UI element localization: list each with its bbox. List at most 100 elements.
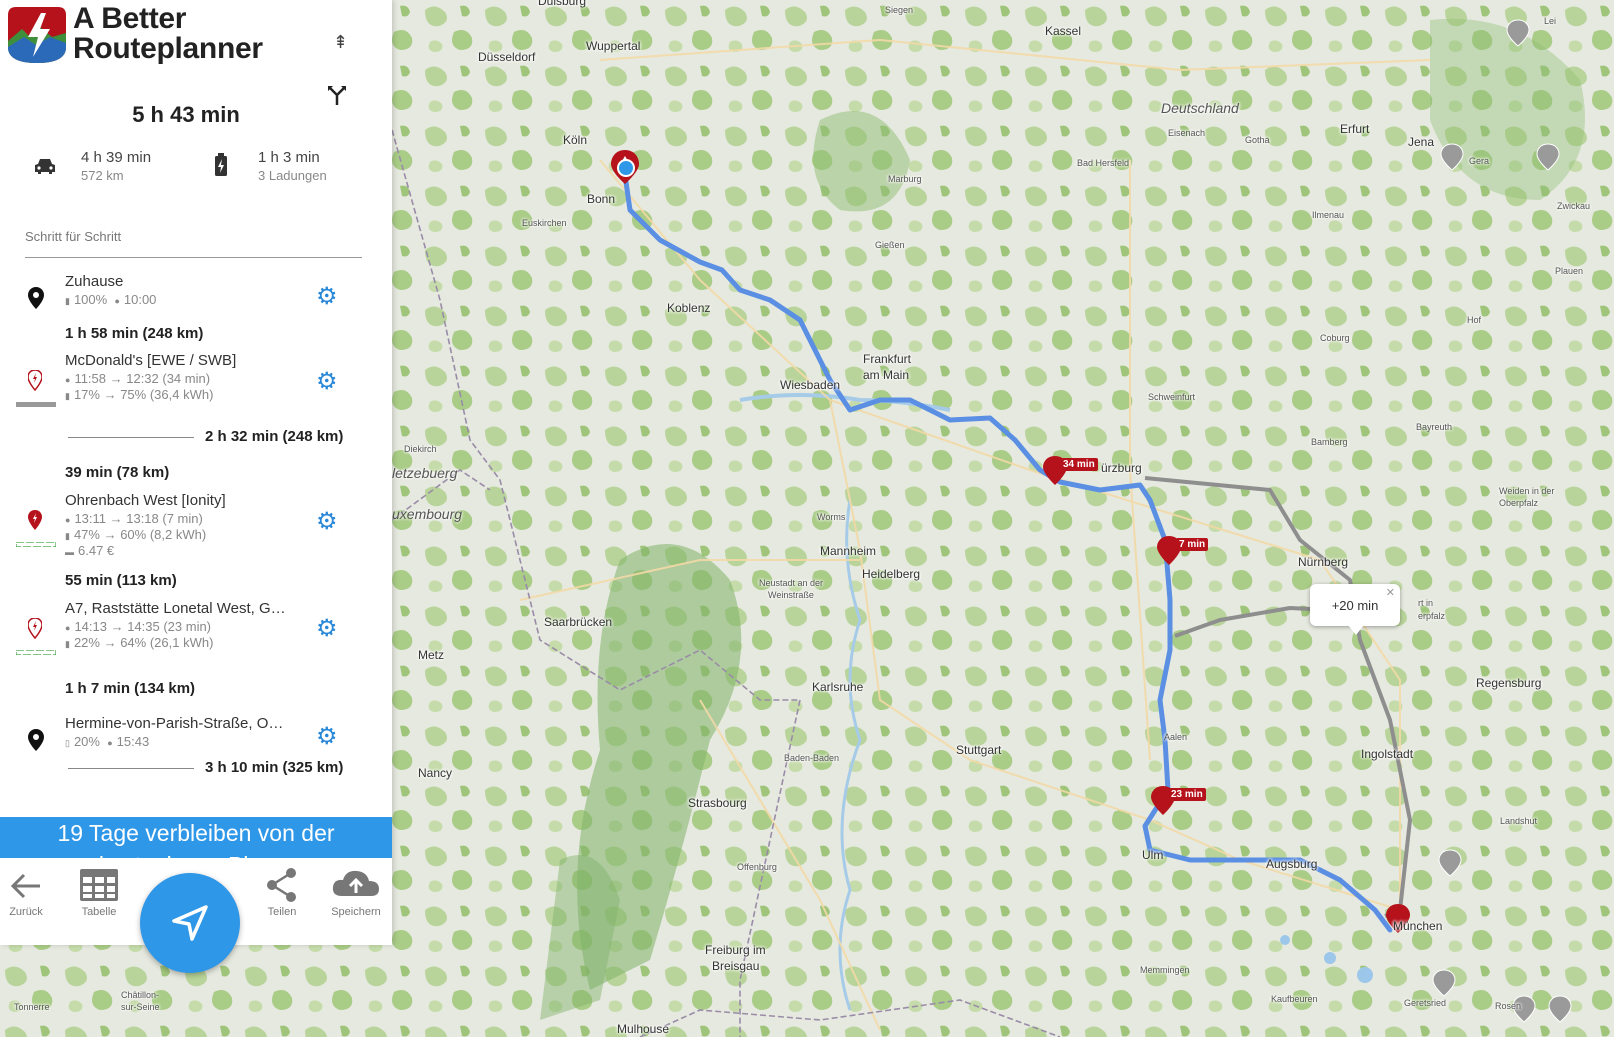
map-label-ulm: Ulm xyxy=(1142,848,1164,862)
map-label-weiden-2: Oberpfalz xyxy=(1499,498,1539,508)
waypoint-name[interactable]: Zuhause xyxy=(65,273,123,290)
waypoint-settings-gear-icon[interactable]: ⚙ xyxy=(316,617,338,641)
close-icon[interactable]: ✕ xyxy=(1386,586,1395,599)
waypoint-time: 11:58 → 12:32 (34 min) xyxy=(74,371,211,386)
map-label-leipzig: Lei xyxy=(1544,16,1557,26)
map-label-chatillon-2: sur-Seine xyxy=(121,1002,160,1012)
map-label-freiburg-2: Breisgau xyxy=(712,959,760,973)
charger-speed-bar xyxy=(16,542,56,547)
map-label-wuppertal: Wuppertal xyxy=(586,39,641,53)
brand-line-2: Routeplanner xyxy=(73,32,263,65)
cost-icon: ▬ xyxy=(65,547,74,557)
map-label-landshut: Landshut xyxy=(1500,816,1538,826)
car-icon xyxy=(35,159,55,174)
map-label-bamberg: Bamberg xyxy=(1311,437,1348,447)
abrp-logo-icon xyxy=(8,7,66,63)
drive-distance: 572 km xyxy=(81,168,124,183)
location-pin-icon xyxy=(28,729,44,751)
map-label-offenburg: Offenburg xyxy=(737,862,777,872)
map-label-stuttgart: Stuttgart xyxy=(956,743,1002,757)
map-label-euskirchen: Euskirchen xyxy=(522,218,567,228)
clock-icon: ● xyxy=(107,738,113,748)
map-label-ingolstadt: Ingolstadt xyxy=(1361,747,1414,761)
waypoint-soc: 100% xyxy=(73,292,108,307)
map-label-memmingen: Memmingen xyxy=(1140,965,1190,975)
steps-toggle[interactable]: Schritt für Schritt xyxy=(25,229,121,244)
waypoint-meta: ▯ 20% ● 15:43 xyxy=(65,734,149,749)
stop-duration-label[interactable]: 23 min xyxy=(1168,788,1206,801)
drive-time: 4 h 39 min xyxy=(81,149,152,166)
save-label: Speichern xyxy=(331,906,381,918)
map-label-regensburg: Regensburg xyxy=(1476,676,1542,690)
location-pin-icon xyxy=(28,287,44,309)
waypoint-soc-range: ▮ 47% → 60% (8,2 kWh) xyxy=(65,527,206,542)
clock-icon: ● xyxy=(65,515,71,525)
charger-speed-bar xyxy=(16,650,56,655)
map-label-mulhouse: Mulhouse xyxy=(617,1022,670,1036)
table-button[interactable]: Tabelle xyxy=(76,864,122,918)
waypoint-time: 14:13 → 14:35 (23 min) xyxy=(74,619,212,634)
map-label-koblenz: Koblenz xyxy=(667,301,711,315)
waypoint-time-range: ● 14:13 → 14:35 (23 min) xyxy=(65,619,211,634)
waypoint-settings-gear-icon[interactable]: ⚙ xyxy=(316,510,338,534)
map-label-pfalz-1: rt in xyxy=(1418,598,1434,608)
map-label-badhersfeld: Bad Hersfeld xyxy=(1077,158,1130,168)
back-button[interactable]: Zurück xyxy=(6,864,46,918)
map-label-pfalz-2: erpfalz xyxy=(1418,611,1446,621)
map-label-karlsruhe: Karlsruhe xyxy=(812,680,864,694)
clock-icon: ● xyxy=(65,375,71,385)
waypoint-name[interactable]: McDonald's [EWE / SWB] xyxy=(65,352,236,369)
waypoint-settings-gear-icon[interactable]: ⚙ xyxy=(316,725,338,749)
waypoint-time: 15:43 xyxy=(116,734,150,749)
map-label-zwickau: Zwickau xyxy=(1557,201,1591,211)
battery-icon: ▮ xyxy=(65,391,70,401)
waypoint-soc: 17% → 75% (36,4 kWh) xyxy=(73,387,214,402)
table-grid-icon xyxy=(80,869,118,901)
stop-duration-label[interactable]: 34 min xyxy=(1060,458,1098,471)
map-label-gera: Gera xyxy=(1469,156,1490,166)
map-label-duisburg: Duisburg xyxy=(538,0,587,8)
alt-route-bubble[interactable]: +20 min ✕ xyxy=(1310,584,1400,635)
map-label-koeln: Köln xyxy=(563,133,588,147)
save-button[interactable]: Speichern xyxy=(328,864,384,918)
map-label-augsburg: Augsburg xyxy=(1266,857,1318,871)
trial-banner[interactable]: 19 Tage verbleiben von der kostenlosen P… xyxy=(0,817,392,858)
map-label-luxembourg: uxembourg xyxy=(392,506,463,522)
start-navigation-button[interactable] xyxy=(140,873,240,973)
clock-icon: ● xyxy=(65,623,71,633)
waypoint-cost-value: 6.47 € xyxy=(78,543,115,558)
divider xyxy=(68,768,194,769)
map-label-tonnerre: Tonnerre xyxy=(14,1002,50,1012)
leg-duration: 1 h 58 min (248 km) xyxy=(65,325,204,342)
map-label-muenchen: München xyxy=(1393,919,1443,933)
trial-banner-line-1: 19 Tage verbleiben von der xyxy=(57,820,335,846)
waypoint-time-range: ● 13:11 → 13:18 (7 min) xyxy=(65,511,203,526)
map-label-weiden-1: Weiden in der xyxy=(1499,486,1555,496)
map-label-rosenheim: Rosen xyxy=(1495,1001,1522,1011)
waypoint-settings-gear-icon[interactable]: ⚙ xyxy=(316,370,338,394)
share-icon xyxy=(267,868,296,902)
alt-route-delta: +20 min xyxy=(1331,597,1379,613)
arrow-left-icon xyxy=(10,873,40,899)
table-label: Tabelle xyxy=(81,906,117,918)
collapse-icon[interactable]: ⇞ xyxy=(333,32,348,53)
map-label-eisenach: Eisenach xyxy=(1168,128,1206,138)
map-label-letzebuerg: letzebuerg xyxy=(392,465,458,481)
stop-duration-label[interactable]: 7 min xyxy=(1176,538,1209,551)
map-label-gotha: Gotha xyxy=(1245,135,1270,145)
map-label-siegen: Siegen xyxy=(885,5,914,15)
map-label-heidelberg: Heidelberg xyxy=(862,567,921,581)
waypoint-name[interactable]: A7, Raststätte Lonetal West, G… xyxy=(65,600,286,617)
waypoint-name[interactable]: Hermine-von-Parish-Straße, O… xyxy=(65,715,283,732)
cloud-upload-icon xyxy=(332,870,379,896)
waypoint-time: 13:11 → 13:18 (7 min) xyxy=(74,511,203,526)
waypoint-settings-gear-icon[interactable]: ⚙ xyxy=(316,285,338,309)
waypoint-name[interactable]: Ohrenbach West [Ionity] xyxy=(65,492,226,509)
battery-icon: ▮ xyxy=(65,531,70,541)
leg-duration: 1 h 7 min (134 km) xyxy=(65,680,196,697)
map-label-badenbaden: Baden-Baden xyxy=(784,753,840,763)
share-button[interactable]: Teilen xyxy=(262,864,302,918)
navigation-arrow-icon xyxy=(172,905,208,941)
battery-icon: ▯ xyxy=(65,738,70,748)
group-total: 3 h 10 min (325 km) xyxy=(205,759,344,776)
